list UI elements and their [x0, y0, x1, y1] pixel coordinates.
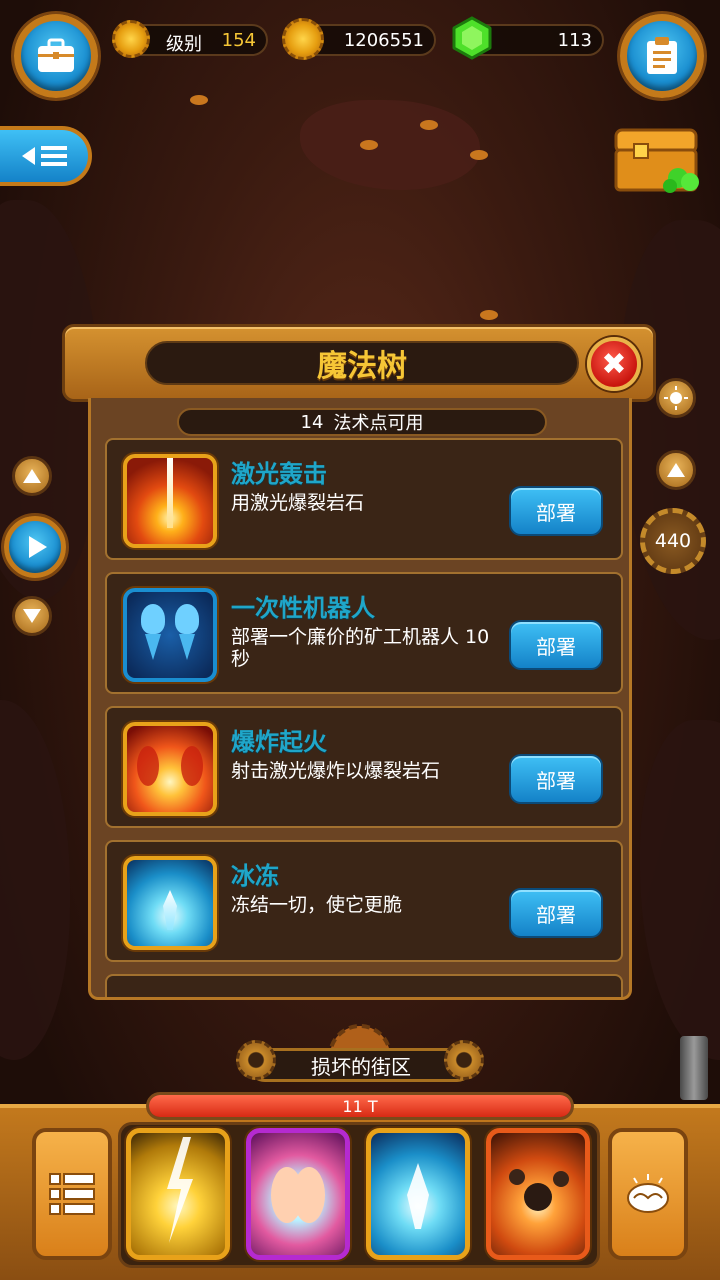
gear-left-icon	[236, 1040, 276, 1080]
depth-counter-value: 440	[654, 530, 692, 552]
dialog-title: 魔法树	[145, 341, 579, 385]
brain-icon	[627, 1174, 669, 1213]
level-label: 级别	[166, 34, 202, 55]
arrow-up-icon	[667, 463, 685, 477]
explosion-fire-icon	[123, 722, 217, 816]
close-icon: ✖	[601, 346, 627, 382]
spell-list-button[interactable]	[32, 1128, 112, 1260]
zone-progress-bar: 11 T	[146, 1092, 574, 1120]
laser-beam-icon	[123, 454, 217, 548]
slot-lightning[interactable]	[126, 1128, 230, 1260]
spell-description: 射击激光爆炸以爆裂岩石	[231, 760, 441, 782]
spell-points-available: 14 法术点可用	[177, 408, 547, 436]
pipe-decoration	[680, 1036, 708, 1100]
spell-description: 用激光爆裂岩石	[231, 492, 365, 514]
zone-name: 损坏的街区	[248, 1048, 474, 1082]
spell-name: 爆炸起火	[231, 728, 327, 756]
treasure-chest-icon[interactable]	[612, 124, 702, 198]
green-gem-icon	[452, 16, 492, 60]
spell-card-robot[interactable]: 一次性机器人 部署一个廉价的矿工机器人 10秒 部署	[105, 572, 623, 694]
spell-name: 激光轰击	[231, 460, 327, 488]
deploy-button[interactable]: 部署	[509, 754, 603, 804]
arrow-up-icon	[23, 469, 41, 483]
quests-clipboard-button[interactable]	[620, 14, 704, 98]
close-button[interactable]: ✖	[587, 337, 641, 391]
gems-value: 113	[557, 29, 592, 51]
spell-points-count: 14	[300, 411, 324, 433]
scroll-up-button-right[interactable]	[656, 450, 696, 490]
slot-ice[interactable]	[366, 1128, 470, 1260]
spell-name: 一次性机器人	[231, 594, 375, 622]
spell-name: 冰冻	[231, 862, 279, 890]
spell-description: 冻结一切，使它更脆	[231, 894, 403, 916]
level-gear-icon	[112, 20, 150, 58]
spell-list-panel[interactable]: 14 法术点可用 激光轰击 用激光爆裂岩石 部署 一次性机器人 部署一个廉价的矿…	[88, 398, 632, 1000]
spell-points-label: 法术点可用	[333, 413, 424, 434]
coin-icon	[282, 18, 324, 60]
arrow-down-icon	[23, 609, 41, 623]
menu-toggle-button[interactable]	[0, 126, 92, 186]
play-icon	[28, 536, 47, 558]
brain-skills-button[interactable]	[608, 1128, 688, 1260]
spell-card-explosion[interactable]: 爆炸起火 射击激光爆炸以爆裂岩石 部署	[105, 706, 623, 828]
hands-icon	[271, 1167, 325, 1223]
spell-card-partial[interactable]	[105, 974, 623, 997]
deploy-button[interactable]: 部署	[509, 620, 603, 670]
arrow-left-icon	[21, 147, 35, 165]
scroll-down-button-left[interactable]	[12, 596, 52, 636]
sun-icon	[664, 386, 688, 410]
deploy-button[interactable]: 部署	[509, 486, 603, 536]
gear-right-icon	[444, 1040, 484, 1080]
zone-progress-label: 11 T	[342, 1096, 378, 1116]
depth-counter: 440	[640, 508, 706, 574]
clipboard-icon	[647, 37, 677, 74]
inventory-briefcase-button[interactable]	[14, 14, 98, 98]
scroll-up-button-left[interactable]	[12, 456, 52, 496]
slot-hands[interactable]	[246, 1128, 350, 1260]
ice-freeze-icon	[123, 856, 217, 950]
briefcase-icon	[38, 38, 74, 72]
list-icon	[49, 1173, 95, 1215]
lightning-icon	[167, 1137, 193, 1243]
slot-bomb[interactable]	[486, 1128, 590, 1260]
robot-miner-icon	[123, 588, 217, 682]
spell-card-freeze[interactable]: 冰冻 冻结一切，使它更脆 部署	[105, 840, 623, 962]
deploy-button[interactable]: 部署	[509, 888, 603, 938]
brightness-button[interactable]	[656, 378, 696, 418]
spell-description: 部署一个廉价的矿工机器人 10秒	[231, 626, 490, 670]
spell-card-laser[interactable]: 激光轰击 用激光爆裂岩石 部署	[105, 438, 623, 560]
level-value: 154	[221, 29, 256, 51]
play-button[interactable]	[4, 516, 66, 578]
bomb-icon	[509, 1169, 569, 1211]
ice-crystal-icon	[407, 1163, 429, 1229]
magic-tree-dialog-header: 魔法树 ✖	[62, 324, 656, 402]
list-icon	[40, 146, 67, 166]
coins-value: 1206551	[343, 29, 424, 51]
